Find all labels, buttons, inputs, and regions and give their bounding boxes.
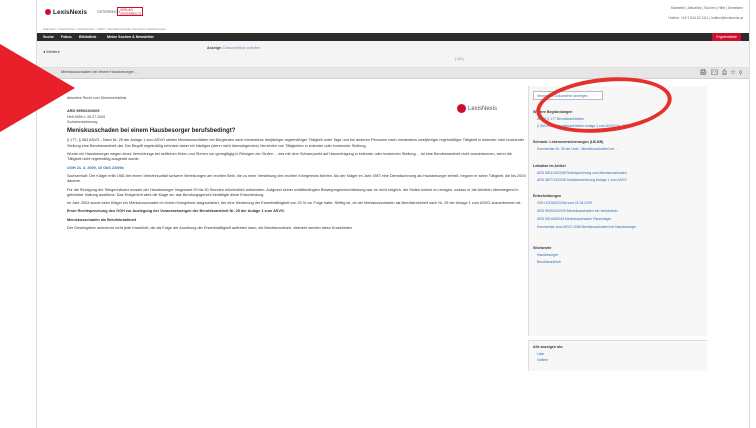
page-indicator: [ 4/4 ] [455,57,464,61]
sidebar-link[interactable]: Berufskrankheit [537,260,697,264]
document-heading: Meniskusschaden bei einem Hausbesorger b… [67,128,236,135]
sidebar-link[interactable]: ASVG § 177 Berufskrankheiten [537,117,697,121]
site-header: LexisNexis ÖSTERREICH VERLAG ÖSTERREICH S… [37,0,749,26]
display-option-link[interactable]: Volltext [537,358,697,362]
tool-row: ◂ Weitere Anzeige: Dokumentliste aufrufe… [37,41,749,68]
display-options-box: Alle anzeigen als: Liste Volltext [528,340,707,371]
sidebar-section-title: Schrank: Lebensversicherungen (LB-KB) [533,140,604,144]
sidebar-link[interactable]: ARD 5877/11/2008 Sozialversicherung Anla… [537,178,697,182]
nav-item-fokus[interactable]: Fokus [61,33,72,41]
lexisnexis-logo[interactable]: LexisNexis [45,9,87,16]
display-options-title: Alle anzeigen als: [533,345,564,349]
section-heading: Meniskusschaden als Berufskrankheit [67,217,137,222]
nav-item-bibliothek[interactable]: Bibliothek [79,33,96,41]
related-documents-button[interactable]: Verwandte Dokumente anzeigen [533,91,603,100]
sidebar-link[interactable]: ARD 5949/10/2009 Meniskusschaden bei Ver… [537,209,697,213]
related-sidebar: Verwandte Dokumente anzeigen Weitere Beg… [528,86,707,336]
user-info: Hotline: +43 1 534 52 1111 | hotline@lex… [668,16,743,20]
sidebar-section-title: Leitsätze im Artikel [533,164,566,168]
paragraph-3: Sachverhalt: Der Kläger erlitt 1981 bei … [67,173,526,184]
sidebar-link[interactable]: § 363 ASVG Berufskrankheiten Anlage 1 zu… [537,124,697,128]
play-arrow-icon[interactable] [0,44,75,132]
breadcrumb[interactable]: Startseite > Nachrichten > Zeitschriften… [37,26,749,32]
sidebar-link[interactable]: Hausbesorger [537,253,697,257]
anzeige-control[interactable]: Anzeige: Dokumentliste aufrufen [207,46,260,50]
document-tool-icons[interactable]: 🖨 ✉ ⎙ ☆ ⚲ [699,69,743,77]
sidebar-link[interactable]: OGH 10ObS22/09a vom 21.04.2009 [537,201,697,205]
sidebar-link[interactable]: Kommentar Nr. 25 der Liste - Meniskussch… [537,147,697,151]
sidebar-link[interactable]: Kommentar zum ASVG 2008 Meniskusschaden … [537,225,697,229]
document-content: Aktuelles Recht zum Dienstverhältnis ARD… [67,96,527,234]
paragraph-6: Erste Rechtsprechung des OGH zur Auslegu… [67,209,285,214]
journal-name: Aktuelles Recht zum Dienstverhältnis [67,96,127,100]
verlag-badge: VERLAG ÖSTERREICH [117,7,143,16]
lexisnexis-logo-icon [45,9,51,16]
sidebar-section-title: Stichworte [533,246,552,250]
top-links[interactable]: Startseite | Aktuelles | Suchen | Hilfe … [671,6,743,10]
paragraph-4: Für die Reinigung der Stiegenhäuser muss… [67,187,519,197]
paragraph-2: Wurde ein Hausbesorger wegen eines Verri… [67,152,512,162]
paragraph-7: Der Gesetzgeber anerkennt nicht jede Kra… [67,226,353,231]
document-bar: Meniskusschaden bei einem Hausbesorger..… [37,68,749,79]
nav-item-meine-suchen[interactable]: Meine Suchen & Newsletter [107,33,154,41]
paragraph-1: § 177, § 363 ASVG - Nach Nr. 25 der Anla… [67,138,525,148]
main-nav: Suche Fokus Bibliothek Meine Suchen & Ne… [37,33,749,41]
sidebar-link[interactable]: ARD 5914/8/2008 Meniskusschaden Fliesenl… [537,217,697,221]
nav-item-suche[interactable]: Suche [43,33,54,41]
sidebar-link[interactable]: ARD 5911/10/2008 Rechtsprechung zum Meni… [537,171,697,175]
ogh-reference-link[interactable]: OGH 21. 4. 2009, 10 ObS 22/09a [67,166,527,171]
document-category: Sozialversicherung [67,119,98,124]
paragraph-5: Im Jahr 2003 wurde beim Kläger ein Menis… [67,201,522,206]
nav-ergebnisliste[interactable]: Ergebnisliste [712,33,741,41]
sidebar-section-title: Weitere Begründungen [533,110,573,114]
display-option-link[interactable]: Liste [537,352,697,356]
sidebar-section-title: Entscheidungen [533,194,561,198]
